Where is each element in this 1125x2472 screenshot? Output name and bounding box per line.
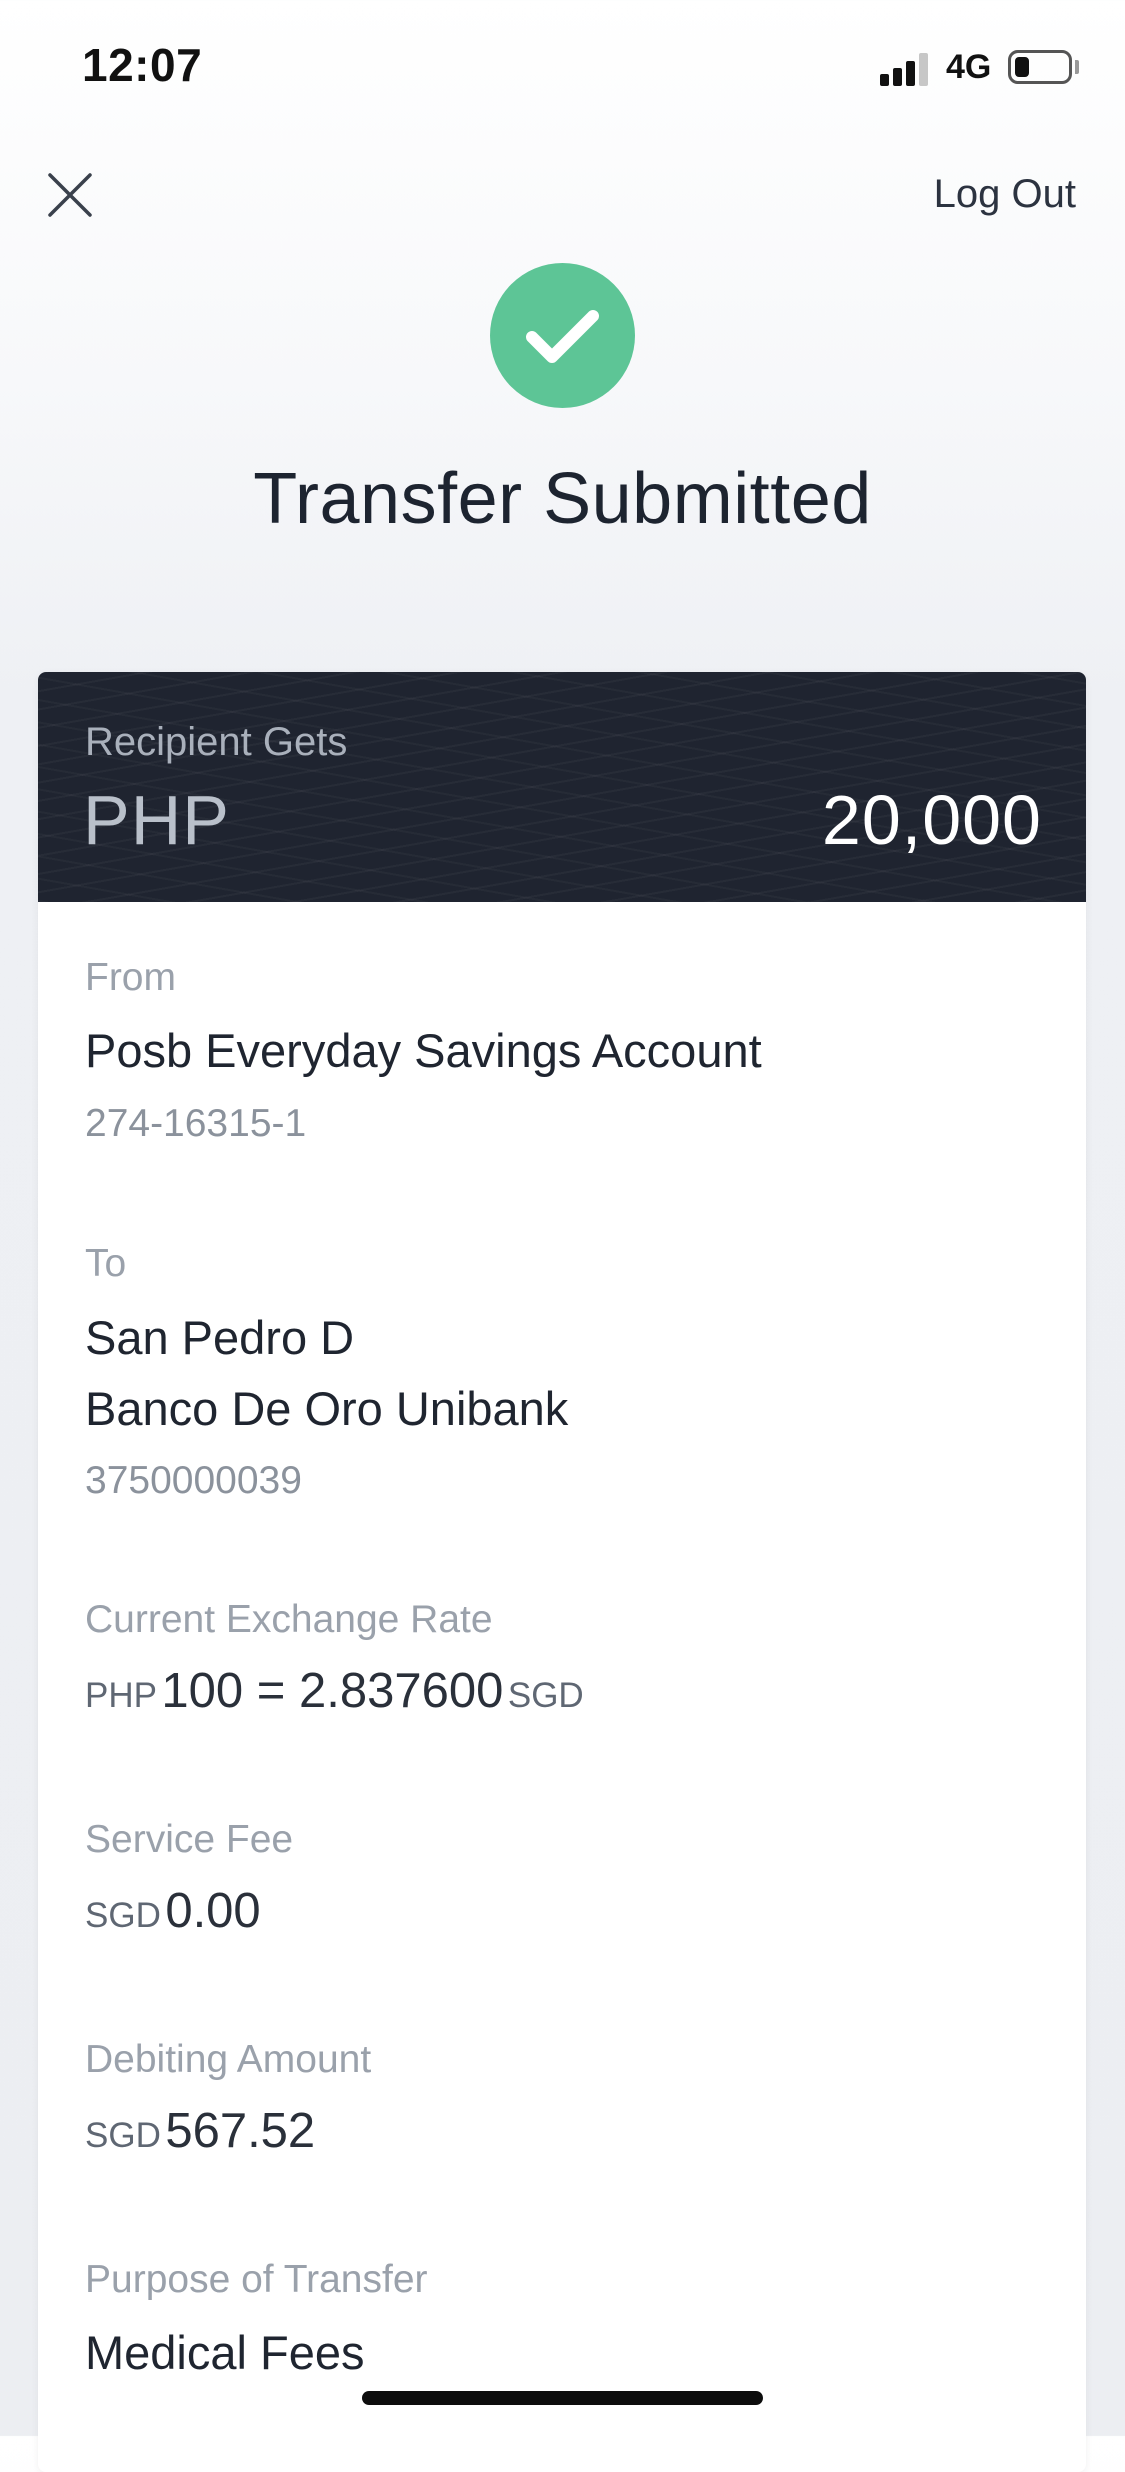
battery-icon [1008, 50, 1072, 84]
page-title: Transfer Submitted [253, 459, 872, 539]
from-account-name: Posb Everyday Savings Account [85, 1024, 762, 1077]
recipient-gets-label: Recipient Gets [85, 720, 348, 764]
log-out-button[interactable]: Log Out [934, 172, 1076, 217]
debiting-amount-label: Debiting Amount [85, 2038, 372, 2081]
service-fee-label: Service Fee [85, 1818, 294, 1861]
status-time: 12:07 [82, 39, 203, 91]
exchange-rate-text: 100 = 2.837600 [161, 1664, 504, 1718]
status-bar: 12:07 4G [0, 0, 1125, 120]
exchange-rate-label: Current Exchange Rate [85, 1598, 493, 1641]
exchange-rate-to-currency: SGD [507, 1676, 584, 1715]
exchange-rate-value: PHP 100 = 2.837600 SGD [85, 1667, 584, 1716]
recipient-gets-banner: Recipient Gets PHP 20,000 [38, 672, 1086, 902]
transfer-details-card: Recipient Gets PHP 20,000 From Posb Ever… [38, 672, 1086, 2472]
from-account-number: 274-16315-1 [85, 1102, 307, 1145]
exchange-rate-section: Current Exchange Rate PHP 100 = 2.837600… [85, 1600, 584, 1716]
home-indicator[interactable] [362, 2391, 763, 2405]
network-type: 4G [946, 48, 992, 86]
battery-cap [1075, 60, 1079, 74]
signal-strength-icon [880, 52, 932, 86]
recipient-account-number: 3750000039 [85, 1459, 302, 1502]
debiting-amount-amount: 567.52 [165, 2104, 316, 2158]
debiting-amount-currency: SGD [85, 2116, 161, 2155]
from-section: From Posb Everyday Savings Account 274-1… [85, 958, 762, 1143]
purpose-label: Purpose of Transfer [85, 2258, 428, 2301]
checkmark-icon [526, 310, 599, 363]
close-button[interactable] [40, 165, 100, 225]
battery-level [1015, 57, 1029, 77]
purpose-section: Purpose of Transfer Medical Fees [85, 2260, 428, 2376]
purpose-value: Medical Fees [85, 2326, 365, 2379]
recipient-bank: Banco De Oro Unibank [85, 1382, 569, 1435]
from-label: From [85, 956, 176, 999]
service-fee-section: Service Fee SGD 0.00 [85, 1820, 293, 1936]
close-icon [48, 173, 92, 217]
service-fee-amount: 0.00 [165, 1884, 261, 1938]
service-fee-currency: SGD [85, 1896, 161, 1935]
recipient-name: San Pedro D [85, 1311, 355, 1364]
exchange-rate-from-currency: PHP [85, 1676, 157, 1715]
recipient-gets-amount: 20,000 [821, 781, 1042, 859]
debiting-amount-section: Debiting Amount SGD 567.52 [85, 2040, 371, 2156]
debiting-amount-value: SGD 567.52 [85, 2107, 371, 2156]
to-section: To San Pedro D Banco De Oro Unibank 3750… [85, 1244, 568, 1500]
success-checkmark-icon [490, 263, 635, 408]
service-fee-value: SGD 0.00 [85, 1887, 293, 1936]
to-label: To [85, 1242, 127, 1285]
recipient-gets-currency: PHP [83, 781, 230, 859]
